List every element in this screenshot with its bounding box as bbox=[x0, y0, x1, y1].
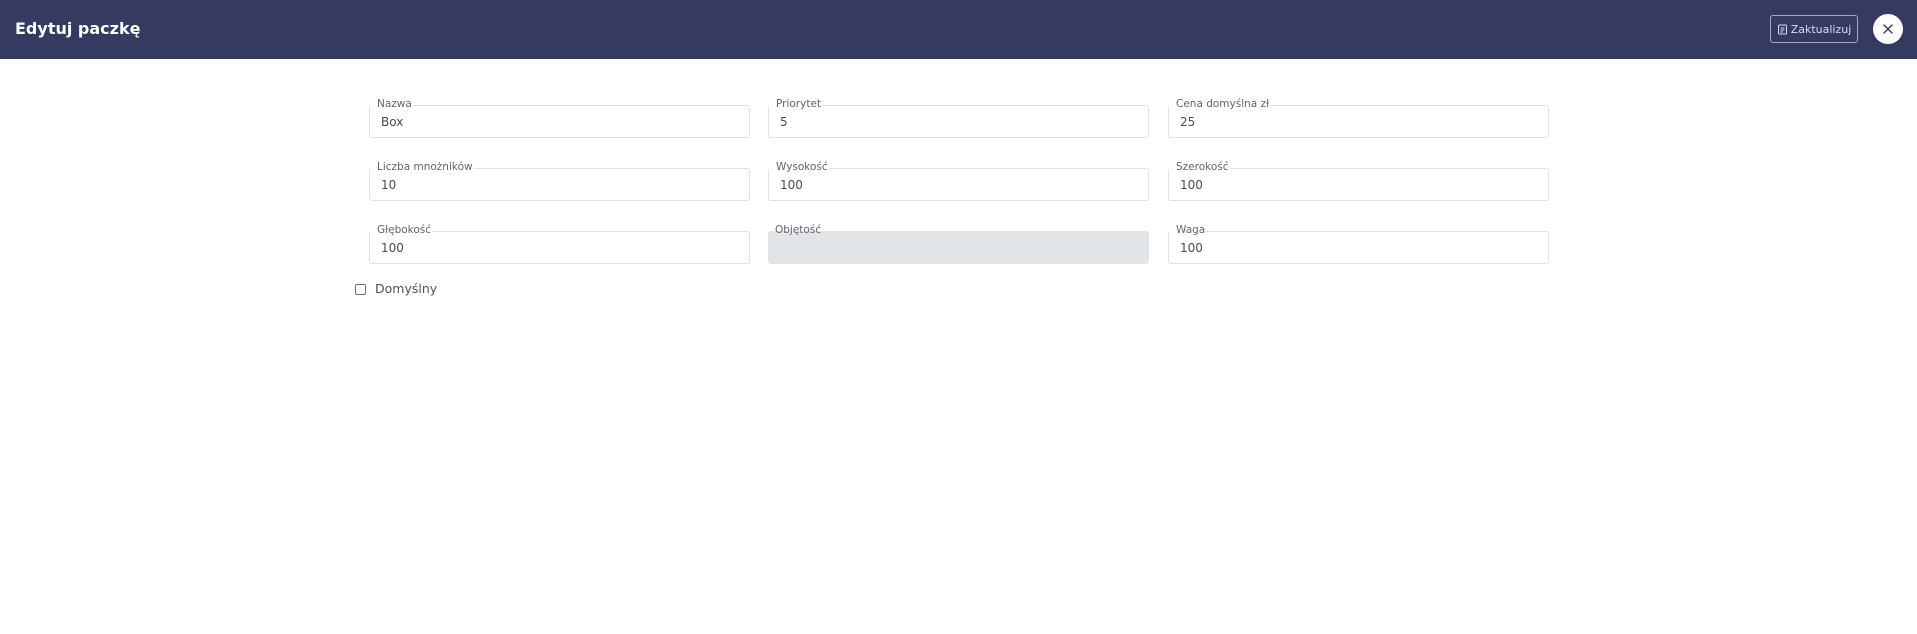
nazwa-label: Nazwa bbox=[370, 98, 413, 111]
waga-field[interactable]: * Waga 100 bbox=[1168, 224, 1549, 264]
liczba-mnoznikow-field[interactable]: * Liczba mnożników 10 bbox=[369, 161, 750, 201]
priorytet-value[interactable]: 5 bbox=[780, 115, 788, 129]
cena-field[interactable]: * Cena domyślna zł 25 bbox=[1168, 98, 1549, 138]
priorytet-input[interactable] bbox=[768, 105, 1149, 138]
cena-value[interactable]: 25 bbox=[1180, 115, 1195, 129]
szerokosc-value[interactable]: 100 bbox=[1180, 178, 1203, 192]
header-bar: Edytuj paczkę Zaktualizuj bbox=[0, 0, 1917, 59]
liczba-mnoznikow-value[interactable]: 10 bbox=[381, 178, 396, 192]
liczba-mnoznikow-label: Liczba mnożników bbox=[370, 161, 474, 174]
domyslny-label[interactable]: Domyślny bbox=[375, 281, 437, 297]
szerokosc-label: Szerokość bbox=[1169, 161, 1230, 174]
szerokosc-field[interactable]: * Szerokość 100 bbox=[1168, 161, 1549, 201]
page-title: Edytuj paczkę bbox=[15, 19, 141, 38]
wysokosc-value[interactable]: 100 bbox=[780, 178, 803, 192]
glebokosc-label: Głębokość bbox=[370, 224, 433, 237]
priorytet-label: Priorytet bbox=[769, 98, 823, 111]
waga-value[interactable]: 100 bbox=[1180, 241, 1203, 255]
priorytet-field[interactable]: * Priorytet 5 bbox=[768, 98, 1149, 138]
glebokosc-field[interactable]: * Głębokość 100 bbox=[369, 224, 750, 264]
waga-input[interactable] bbox=[1168, 231, 1549, 264]
waga-label: Waga bbox=[1169, 224, 1207, 237]
wysokosc-field[interactable]: * Wysokość 100 bbox=[768, 161, 1149, 201]
update-button-label: Zaktualizuj bbox=[1790, 22, 1852, 36]
glebokosc-value[interactable]: 100 bbox=[381, 241, 404, 255]
nazwa-value[interactable]: Box bbox=[381, 115, 403, 129]
wysokosc-label: Wysokość bbox=[769, 161, 829, 174]
nazwa-field[interactable]: * Nazwa Box bbox=[369, 98, 750, 138]
save-icon bbox=[1777, 24, 1788, 35]
close-button[interactable] bbox=[1873, 14, 1903, 44]
cena-label: Cena domyślna zł bbox=[1169, 98, 1271, 111]
domyslny-checkbox-row[interactable]: Domyślny bbox=[355, 281, 437, 297]
close-icon bbox=[1882, 20, 1894, 39]
objetosc-field: Objętość bbox=[768, 224, 1149, 264]
domyslny-checkbox[interactable] bbox=[355, 283, 366, 295]
objetosc-label: Objętość bbox=[775, 224, 822, 236]
update-button[interactable]: Zaktualizuj bbox=[1770, 15, 1858, 43]
objetosc-input bbox=[768, 231, 1149, 264]
nazwa-input[interactable] bbox=[369, 105, 750, 138]
